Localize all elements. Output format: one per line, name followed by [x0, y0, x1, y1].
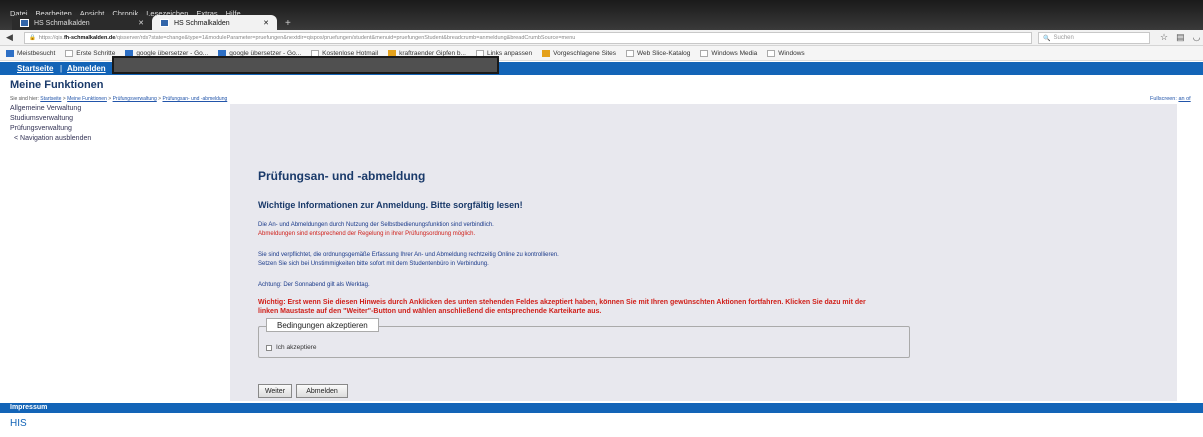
- browser-navbar: ◀ 🔒 https://qis. fh-schmalkalden.de/qisse…: [0, 30, 1203, 46]
- breadcrumb-prefix: Sie sind hier:: [10, 96, 39, 102]
- search-icon: 🔍: [1043, 35, 1051, 42]
- fullscreen-link[interactable]: an of: [1178, 96, 1190, 102]
- breadcrumb-functions[interactable]: Meine Funktionen: [67, 96, 107, 102]
- bookmark-icon: [626, 49, 635, 57]
- star-icon[interactable]: ☆: [1160, 32, 1168, 43]
- bookmark-label: Meistbesucht: [17, 49, 56, 57]
- sidebar-item-exams[interactable]: Prüfungsverwaltung: [10, 124, 91, 134]
- fullscreen-label: Fullscreen:: [1150, 96, 1177, 102]
- bookmark-icon: [767, 49, 776, 57]
- next-button[interactable]: Weiter: [258, 384, 292, 398]
- search-placeholder: Suchen: [1053, 35, 1074, 41]
- screen: Datei Bearbeiten Ansicht Chronik Lesezei…: [0, 0, 1203, 437]
- warning-text: Wichtig: Erst wenn Sie diesen Hinweis du…: [258, 299, 866, 315]
- breadcrumb: Sie sind hier: Startseite > Meine Funkti…: [10, 96, 228, 102]
- topbar-separator: |: [60, 64, 63, 73]
- info-line-3: Sie sind verpflichtet, die ordnungsgemäß…: [258, 252, 559, 258]
- close-icon[interactable]: ✕: [263, 19, 269, 27]
- logout-button[interactable]: Abmelden: [296, 384, 348, 398]
- sidebar-item-study[interactable]: Studiumsverwaltung: [10, 114, 91, 124]
- his-logo: HIS: [10, 418, 27, 429]
- accept-row[interactable]: Ich akzeptiere: [266, 344, 316, 351]
- home-link[interactable]: Startseite: [17, 64, 53, 73]
- search-input[interactable]: 🔍 Suchen: [1038, 32, 1150, 44]
- tab-label: HS Schmalkalden: [34, 19, 90, 27]
- url-bar[interactable]: 🔒 https://qis. fh-schmalkalden.de/qisserv…: [24, 32, 1032, 44]
- url-prefix: https://qis.: [38, 35, 64, 41]
- info-line-4: Setzen Sie sich bei Unstimmigkeiten bitt…: [258, 261, 489, 267]
- browser-titlebar: Datei Bearbeiten Ansicht Chronik Lesezei…: [0, 0, 1203, 31]
- fullscreen-toggle: Fullscreen: an of: [1150, 96, 1191, 102]
- tab-label: HS Schmalkalden: [174, 19, 230, 27]
- browser-tabs: HS Schmalkalden ✕ HS Schmalkalden ✕ +: [0, 15, 299, 31]
- new-tab-icon[interactable]: +: [277, 15, 299, 31]
- info-line-5: Achtung: Der Sonnabend gilt als Werktag.: [258, 282, 370, 288]
- bookmark-item[interactable]: Vorgeschlagene Sites: [542, 49, 617, 57]
- bookmark-item[interactable]: Erste Schritte: [65, 49, 116, 57]
- bookmark-label: Vorgeschlagene Sites: [553, 49, 617, 57]
- close-icon[interactable]: ✕: [138, 19, 144, 27]
- accept-checkbox[interactable]: [266, 344, 272, 351]
- breadcrumb-exams[interactable]: Prüfungsverwaltung: [113, 96, 157, 102]
- lock-icon: 🔒: [29, 35, 36, 41]
- breadcrumb-start[interactable]: Startseite: [40, 96, 61, 102]
- tab-inactive[interactable]: HS Schmalkalden ✕: [12, 15, 152, 31]
- sidebar: Allgemeine Verwaltung Studiumsverwaltung…: [10, 104, 91, 144]
- breadcrumb-current[interactable]: Prüfungsan- und -abmeldung: [162, 96, 227, 102]
- bookmark-label: Erste Schritte: [76, 49, 116, 57]
- page-heading: Meine Funktionen: [10, 79, 104, 91]
- bookmark-item[interactable]: Windows: [767, 49, 805, 57]
- bookmark-label: Windows: [778, 49, 805, 57]
- logout-link[interactable]: Abmelden: [67, 64, 106, 73]
- info-line-2: Abmeldungen sind entsprechend der Regelu…: [258, 231, 476, 237]
- redacted-area: [112, 56, 499, 74]
- clipboard-icon[interactable]: ▤: [1176, 32, 1185, 43]
- url-host: fh-schmalkalden.de: [63, 35, 116, 41]
- bookmark-icon: [542, 49, 551, 57]
- accept-label[interactable]: Ich akzeptiere: [276, 344, 316, 351]
- bookmark-icon: [700, 49, 709, 57]
- footer-bar: Impressum: [0, 403, 1203, 413]
- bookmark-label: Web Slice-Katalog: [637, 49, 691, 57]
- pocket-icon[interactable]: ◡: [1193, 32, 1201, 43]
- bookmark-item[interactable]: Web Slice-Katalog: [626, 49, 691, 57]
- favicon-icon: [20, 19, 29, 27]
- sidebar-item-general[interactable]: Allgemeine Verwaltung: [10, 104, 91, 114]
- bookmark-label: Windows Media: [711, 49, 758, 57]
- bookmark-icon: [6, 49, 14, 57]
- bookmark-item[interactable]: Windows Media: [700, 49, 758, 57]
- info-title: Wichtige Informationen zur Anmeldung. Bi…: [258, 200, 523, 210]
- impressum-link[interactable]: Impressum: [10, 404, 47, 411]
- bookmark-icon: [65, 49, 74, 57]
- accept-legend: Bedingungen akzeptieren: [266, 318, 379, 332]
- url-rest: /qisserver/rds?state=change&type=1&modul…: [115, 35, 576, 41]
- bookmark-item[interactable]: Meistbesucht: [6, 49, 56, 57]
- browser-toolbar-icons: ☆ ▤ ◡ ↓ ⌂: [1160, 32, 1203, 43]
- back-icon[interactable]: ◀: [6, 32, 13, 43]
- info-line-1: Die An- und Abmeldungen durch Nutzung de…: [258, 222, 494, 228]
- page-title: Prüfungsan- und -abmeldung: [258, 169, 426, 183]
- sidebar-hide-navigation[interactable]: < Navigation ausblenden: [10, 134, 91, 144]
- favicon-icon: [160, 19, 169, 27]
- tab-active[interactable]: HS Schmalkalden ✕: [152, 15, 277, 31]
